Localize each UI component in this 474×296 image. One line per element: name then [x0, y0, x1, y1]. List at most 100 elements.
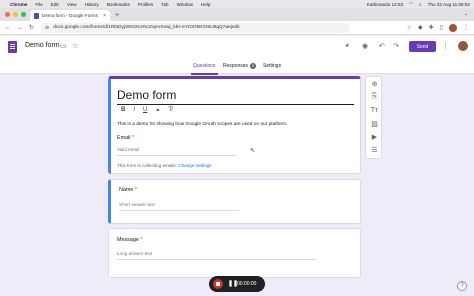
reload-icon[interactable]: ↻ [29, 24, 34, 31]
link-icon[interactable]: ⚭ [155, 107, 160, 114]
browser-toolbar: ← → ↻ ⊜ docs.google.com/forms/d/1Ri5DyjS… [0, 21, 474, 35]
star-icon[interactable]: ☆ [72, 42, 78, 50]
menu-file[interactable]: File [35, 2, 42, 7]
question-card-name[interactable]: Name * Short answer text [108, 179, 361, 224]
screen-recorder-bar: ❚❚ 00:00:00 [209, 276, 265, 292]
short-answer-placeholder: Short answer text [119, 202, 155, 207]
browser-tab-bar: Demo form - Google Forms × + ⌄ [0, 8, 474, 21]
clear-formatting-icon[interactable]: T̸ [168, 107, 172, 114]
tab-questions[interactable]: Questions [193, 63, 216, 69]
menubar-app-name[interactable]: Chrome [10, 2, 27, 7]
form-title-card[interactable]: Demo form B I U ⚭ T̸ This is a demo for … [108, 76, 361, 174]
active-tab-indicator [191, 73, 218, 75]
more-options-icon[interactable]: ⋮ [442, 42, 449, 50]
tab-settings[interactable]: Settings [263, 63, 281, 69]
bold-icon[interactable]: B [121, 107, 125, 114]
question-toolbar: ⊕ ⎘ Tт ▨ ▶ ☰ [365, 76, 382, 159]
extension-icon[interactable]: ◆ [418, 24, 423, 31]
focus-indicator [108, 79, 111, 174]
formatting-toolbar: B I U ⚭ T̸ [121, 107, 172, 114]
undo-icon[interactable]: ↶ [379, 42, 385, 50]
menu-view[interactable]: View [67, 2, 77, 7]
chrome-menu-icon[interactable]: ⋮ [463, 24, 469, 31]
new-tab-icon[interactable]: + [115, 12, 119, 19]
address-bar[interactable]: ⊜ docs.google.com/forms/d/1Ri5DyjS8ntXnz… [40, 22, 351, 33]
customize-theme-icon[interactable]: ◕ [345, 42, 349, 49]
forward-icon[interactable]: → [17, 25, 23, 31]
required-asterisk: * [134, 187, 137, 193]
user-avatar[interactable] [458, 41, 468, 51]
add-title-icon[interactable]: Tт [366, 107, 383, 114]
forms-favicon-icon [34, 12, 39, 19]
add-section-icon[interactable]: ☰ [366, 146, 383, 154]
email-label: Email * [117, 135, 134, 141]
tab-search-chevron-icon[interactable]: ⌄ [464, 11, 468, 17]
toolbar-actions: ☆ ◆ ✚ ▯ ⋮ [407, 23, 469, 32]
question-title: Name * [119, 187, 137, 193]
add-video-icon[interactable]: ▶ [366, 133, 383, 141]
email-field: Valid email [117, 147, 140, 152]
menubar-datetime[interactable]: Thu 22 Aug 11:08:02 [428, 2, 470, 7]
form-title-input[interactable]: Demo form [117, 88, 176, 102]
mouse-cursor-icon: ↖ [250, 148, 256, 154]
menu-help[interactable]: Help [201, 2, 210, 7]
minimize-window-button[interactable] [13, 12, 18, 17]
question-title-text: Name [119, 187, 134, 193]
redo-icon[interactable]: ↷ [393, 42, 399, 50]
email-field-underline [117, 155, 237, 156]
add-image-icon[interactable]: ▨ [366, 120, 383, 128]
menu-bookmarks[interactable]: Bookmarks [107, 2, 130, 7]
tab-responses[interactable]: Responses 3 [223, 63, 257, 69]
site-info-icon[interactable]: ⊜ [45, 25, 49, 31]
menu-profiles[interactable]: Profiles [138, 2, 153, 7]
long-answer-placeholder: Long answer text [117, 251, 152, 256]
menubar-status-area: Kathmandu 14:53 ◠ ⌕ Thu 22 Aug 11:08:02 [367, 1, 470, 7]
bookmark-star-icon[interactable]: ☆ [407, 24, 412, 31]
document-title[interactable]: Demo form [25, 42, 60, 49]
forms-tabs: Questions Responses 3 Settings [0, 62, 474, 75]
menu-edit[interactable]: Edit [51, 2, 59, 7]
question-title-text: Message [117, 237, 139, 243]
required-asterisk: * [131, 135, 135, 141]
collecting-emails-note: This form is collecting emails. Change s… [117, 163, 211, 168]
close-tab-icon[interactable]: × [103, 13, 106, 19]
move-to-folder-icon[interactable]: ▭ [60, 42, 67, 50]
send-button[interactable]: Send [409, 41, 436, 52]
macos-menubar: Chrome File Edit View History Bookmarks … [0, 0, 474, 8]
title-underline [117, 104, 354, 105]
add-question-icon[interactable]: ⊕ [366, 80, 383, 88]
italic-icon[interactable]: I [133, 107, 135, 114]
recording-timer: 00:00:00 [237, 281, 257, 287]
profile-avatar[interactable] [449, 23, 457, 32]
window-controls [5, 12, 26, 17]
form-description[interactable]: This is a demo for showing how Google OA… [117, 122, 287, 127]
sidebar-icon[interactable]: ▯ [440, 24, 443, 31]
forms-header: Demo form ▭ ☆ ◕ ◉ ↶ ↷ Send ⋮ Questions R… [0, 36, 474, 75]
tab-title: Demo form - Google Forms [42, 13, 98, 18]
underline-icon[interactable]: U [143, 107, 147, 114]
change-settings-link[interactable]: Change settings [178, 163, 211, 168]
question-card-message[interactable]: Message * Long answer text [108, 228, 361, 278]
puzzle-extensions-icon[interactable]: ✚ [429, 24, 434, 31]
menu-window[interactable]: Window [177, 2, 193, 7]
import-questions-icon[interactable]: ⎘ [366, 93, 383, 101]
close-window-button[interactable] [5, 12, 10, 17]
required-asterisk: * [140, 237, 143, 243]
email-label-text: Email [117, 135, 131, 141]
responses-count-badge: 3 [250, 63, 257, 69]
preview-eye-icon[interactable]: ◉ [362, 42, 368, 50]
menu-history[interactable]: History [85, 2, 99, 7]
google-forms-logo-icon[interactable] [8, 41, 17, 53]
tab-responses-label: Responses [223, 63, 249, 69]
maximize-window-button[interactable] [21, 12, 26, 17]
clock-location[interactable]: Kathmandu 14:53 [367, 2, 403, 7]
answer-underline [119, 210, 239, 211]
wifi-icon[interactable]: ◠ [409, 1, 413, 7]
search-spotlight-icon[interactable]: ⌕ [419, 2, 422, 7]
browser-tab[interactable]: Demo form - Google Forms × [30, 10, 110, 21]
menu-tab[interactable]: Tab [161, 2, 168, 7]
stop-recording-button[interactable] [213, 279, 223, 289]
back-icon[interactable]: ← [5, 25, 11, 31]
answer-underline [117, 259, 317, 260]
help-button[interactable]: ? [457, 281, 467, 291]
